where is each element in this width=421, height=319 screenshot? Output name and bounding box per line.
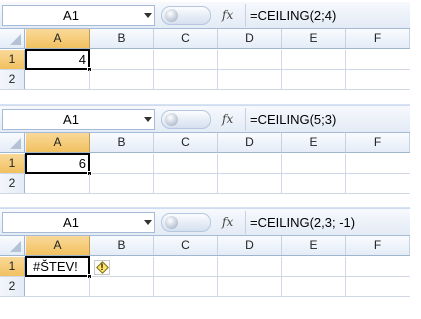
insert-function-icon[interactable]: fx [222,7,242,24]
chevron-down-icon[interactable] [144,220,152,225]
column-header-d[interactable]: D [218,29,282,48]
table-row: 1 #ŠTEV! ! [0,256,410,279]
column-header-a[interactable]: A [26,29,90,48]
spreadsheet-panel-2: A1 fx =CEILING(5;3) A B C D E F 1 6 2 [0,106,410,197]
formula-bar-resize-handle[interactable] [161,6,211,25]
formula-input[interactable]: =CEILING(2,3; -1) [250,209,355,236]
column-header-f[interactable]: F [346,29,410,48]
table-row: 1 4 [0,49,410,72]
column-header-d[interactable]: D [218,133,282,152]
column-header-b[interactable]: B [90,133,154,152]
column-header-c[interactable]: C [154,133,218,152]
cell-error-value: #ŠTEV! [33,259,78,274]
formula-bar-resize-handle[interactable] [161,213,211,232]
column-header-f[interactable]: F [346,133,410,152]
insert-function-icon[interactable]: fx [222,214,242,231]
column-header-row: A B C D E F [0,133,410,153]
column-header-b[interactable]: B [90,236,154,255]
column-header-e[interactable]: E [282,236,346,255]
row-header-2[interactable]: 2 [0,277,25,296]
column-header-d[interactable]: D [218,236,282,255]
column-header-c[interactable]: C [154,236,218,255]
name-box[interactable]: A1 [2,212,155,233]
active-cell-a1[interactable]: 4 [25,49,92,72]
column-header-c[interactable]: C [154,29,218,48]
spreadsheet-panel-3: A1 fx =CEILING(2,3; -1) A B C D E F 1 #Š… [0,209,410,300]
cell-value: 6 [78,156,86,171]
column-header-e[interactable]: E [282,29,346,48]
insert-function-icon[interactable]: fx [222,111,242,128]
column-header-row: A B C D E F [0,236,410,256]
formula-bar: A1 fx =CEILING(2,3; -1) [0,209,410,236]
table-row: 2 [0,174,410,194]
chevron-down-icon[interactable] [144,13,152,18]
row-header-1[interactable]: 1 [0,50,25,69]
formula-bar: A1 fx =CEILING(5;3) [0,106,410,133]
select-all-icon [10,138,21,149]
select-all-button[interactable] [0,133,25,152]
column-header-a[interactable]: A [26,236,90,255]
select-all-button[interactable] [0,236,25,255]
formula-input[interactable]: =CEILING(5;3) [250,106,336,133]
formula-bar: A1 fx =CEILING(2;4) [0,2,410,29]
divider [245,4,246,27]
table-row: 2 [0,70,410,90]
grip-icon [165,216,178,229]
name-box-value: A1 [63,8,79,23]
name-box-value: A1 [63,215,79,230]
formula-input[interactable]: =CEILING(2;4) [250,2,336,29]
select-all-icon [10,34,21,45]
active-cell-a1[interactable]: 6 [25,153,92,176]
column-header-f[interactable]: F [346,236,410,255]
column-header-b[interactable]: B [90,29,154,48]
error-options-button[interactable]: ! [94,260,110,275]
table-row: 2 [0,277,410,297]
chevron-down-icon[interactable] [144,117,152,122]
row-header-2[interactable]: 2 [0,70,25,89]
name-box-value: A1 [63,112,79,127]
divider [245,108,246,131]
active-cell-a1[interactable]: #ŠTEV! [25,256,92,279]
name-box[interactable]: A1 [2,109,155,130]
divider [245,211,246,234]
formula-bar-resize-handle[interactable] [161,110,211,129]
select-all-icon [10,241,21,252]
select-all-button[interactable] [0,29,25,48]
column-header-a[interactable]: A [26,133,90,152]
name-box[interactable]: A1 [2,5,155,26]
grip-icon [165,9,178,22]
row-header-1[interactable]: 1 [0,257,25,276]
row-header-1[interactable]: 1 [0,154,25,173]
grip-icon [165,113,178,126]
column-header-row: A B C D E F [0,29,410,49]
cell-value: 4 [78,52,86,67]
column-header-e[interactable]: E [282,133,346,152]
row-header-2[interactable]: 2 [0,174,25,193]
table-row: 1 6 [0,153,410,176]
spreadsheet-panel-1: A1 fx =CEILING(2;4) A B C D E F 1 4 2 [0,2,410,93]
